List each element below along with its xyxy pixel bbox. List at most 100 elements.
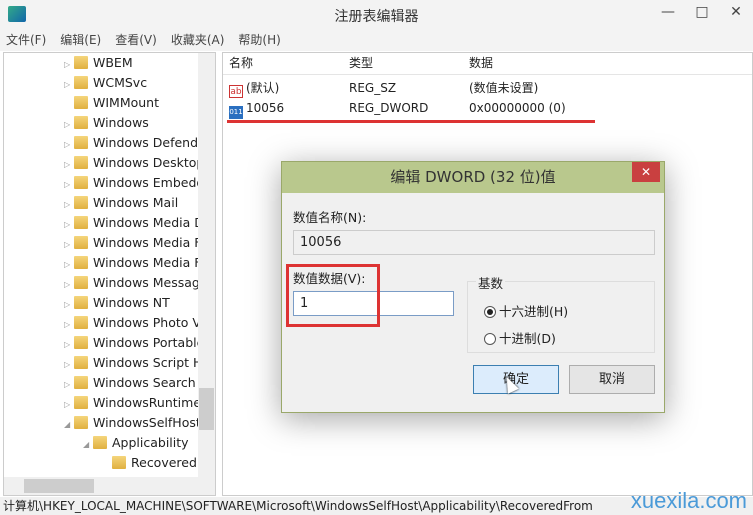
- tree-item[interactable]: ▷ Windows Search: [64, 373, 196, 393]
- tree-item[interactable]: ◢ Applicability: [83, 433, 189, 453]
- tree-item-label: WindowsRuntime: [93, 395, 202, 410]
- folder-icon: [74, 296, 88, 309]
- registry-tree: ▷ WBEM ▷ WCMSvc WIMMount ▷ Windows ▷ Windows Def…: [3, 52, 216, 496]
- close-button[interactable]: ✕: [719, 0, 753, 26]
- expand-icon[interactable]: ▷: [64, 255, 74, 275]
- expand-icon[interactable]: ▷: [64, 235, 74, 255]
- folder-icon: [74, 136, 88, 149]
- folder-icon: [74, 316, 88, 329]
- tree-item[interactable]: WIMMount: [64, 93, 159, 113]
- tree-item[interactable]: ▷ Windows Photo V: [64, 313, 201, 333]
- folder-icon: [74, 196, 88, 209]
- decimal-radio[interactable]: 十进制(D): [484, 328, 556, 347]
- expand-icon[interactable]: ▷: [64, 215, 74, 235]
- tree-horizontal-scrollbar[interactable]: [4, 477, 215, 495]
- scroll-thumb[interactable]: [199, 388, 214, 430]
- dialog-title: 编辑 DWORD (32 位)值: [282, 162, 664, 193]
- tree-item[interactable]: ▷ Windows Embedd: [64, 173, 204, 193]
- menu-edit[interactable]: 编辑(E): [60, 30, 101, 51]
- tree-item[interactable]: ▷ Windows: [64, 113, 149, 133]
- list-row[interactable]: ab (默认) REG_SZ (数值未设置): [223, 78, 752, 98]
- base-group: 基数 十六进制(H) 十进制(D): [467, 273, 655, 353]
- radio-icon[interactable]: [484, 333, 496, 345]
- folder-icon: [74, 396, 88, 409]
- tree-item[interactable]: ▷ Windows Media F: [64, 233, 201, 253]
- tree-item[interactable]: ▷ Windows Defende: [64, 133, 206, 153]
- tree-item[interactable]: ◢ WindowsSelfHost: [64, 413, 201, 433]
- value-name-field: 10056: [293, 230, 655, 255]
- menu-help[interactable]: 帮助(H): [238, 30, 280, 51]
- radio-selected-icon[interactable]: [484, 306, 496, 318]
- tree-item[interactable]: ▷ Windows Mail: [64, 193, 178, 213]
- expand-icon[interactable]: ▷: [64, 175, 74, 195]
- tree-item-label: WindowsSelfHost: [93, 415, 201, 430]
- expand-icon[interactable]: ▷: [64, 375, 74, 395]
- tree-item[interactable]: ▷ Windows Desktop: [64, 153, 204, 173]
- string-value-icon: ab: [229, 85, 243, 98]
- tree-item-label: Windows Defende: [93, 135, 206, 150]
- cancel-button[interactable]: 取消: [569, 365, 655, 394]
- column-type[interactable]: 类型: [349, 53, 373, 73]
- expand-icon[interactable]: ◢: [64, 415, 74, 435]
- expand-icon[interactable]: ▷: [64, 355, 74, 375]
- tree-item-label: Windows Mail: [93, 195, 179, 210]
- minimize-button[interactable]: —: [651, 0, 685, 26]
- folder-icon: [74, 416, 88, 429]
- expand-icon[interactable]: ▷: [64, 115, 74, 135]
- expand-icon[interactable]: ▷: [64, 155, 74, 175]
- value-data: (数值未设置): [469, 81, 539, 95]
- folder-icon: [112, 456, 126, 469]
- menu-favorites[interactable]: 收藏夹(A): [171, 30, 225, 51]
- tree-item-label: Windows Embedd: [93, 175, 205, 190]
- tree-item[interactable]: ▷ WCMSvc: [64, 73, 147, 93]
- tree-item[interactable]: ▷ WBEM: [64, 53, 133, 73]
- tree-item[interactable]: ▷ Windows Script H: [64, 353, 202, 373]
- expand-icon[interactable]: ▷: [64, 275, 74, 295]
- expand-icon[interactable]: ◢: [83, 435, 93, 455]
- expand-icon[interactable]: ▷: [64, 295, 74, 315]
- folder-icon: [74, 276, 88, 289]
- tree-vertical-scrollbar[interactable]: [198, 53, 215, 477]
- column-data[interactable]: 数据: [469, 53, 493, 73]
- tree-item-label: Windows Media D: [93, 215, 204, 230]
- folder-icon: [74, 216, 88, 229]
- tree-item-label: WBEM: [93, 55, 133, 70]
- hex-radio[interactable]: 十六进制(H): [484, 301, 568, 320]
- tree-item-label: Windows: [93, 115, 149, 130]
- tree-item[interactable]: ▷ Windows Media F: [64, 253, 201, 273]
- tree-item-label: Applicability: [112, 435, 189, 450]
- menu-bar: 文件(F) 编辑(E) 查看(V) 收藏夹(A) 帮助(H): [0, 30, 753, 51]
- expand-icon[interactable]: ▷: [64, 315, 74, 335]
- folder-icon: [74, 356, 88, 369]
- tree-item[interactable]: RecoveredI: [102, 453, 201, 473]
- value-type: REG_DWORD: [349, 101, 429, 115]
- tree-item[interactable]: ▷ Windows Media D: [64, 213, 204, 233]
- folder-icon: [93, 436, 107, 449]
- tree-item[interactable]: ▷ WindowsRuntime: [64, 393, 201, 413]
- folder-icon: [74, 156, 88, 169]
- scroll-thumb[interactable]: [24, 479, 94, 493]
- tree-item[interactable]: ▷ Windows Portable: [64, 333, 204, 353]
- expand-icon[interactable]: ▷: [64, 55, 74, 75]
- list-row[interactable]: 011 10056 REG_DWORD 0x00000000 (0): [223, 98, 752, 119]
- tree-item-label: Windows NT: [93, 295, 170, 310]
- tree-item-label: Windows Photo V: [93, 315, 201, 330]
- expand-icon[interactable]: ▷: [64, 75, 74, 95]
- tree-item-label: RecoveredI: [131, 455, 201, 470]
- menu-file[interactable]: 文件(F): [6, 30, 46, 51]
- expand-icon[interactable]: ▷: [64, 395, 74, 415]
- edit-dword-dialog: 编辑 DWORD (32 位)值 ✕ 数值名称(N): 10056 数值数据(V…: [281, 161, 665, 413]
- tree-item-label: Windows Portable: [93, 335, 205, 350]
- dialog-close-button[interactable]: ✕: [632, 162, 660, 182]
- tree-item-label: Windows Media F: [93, 235, 202, 250]
- menu-view[interactable]: 查看(V): [115, 30, 157, 51]
- expand-icon[interactable]: ▷: [64, 195, 74, 215]
- column-name[interactable]: 名称: [229, 53, 253, 73]
- value-type: REG_SZ: [349, 81, 397, 95]
- tree-item[interactable]: ▷ Windows Messag: [64, 273, 200, 293]
- maximize-button[interactable]: □: [685, 0, 719, 26]
- tree-item[interactable]: ▷ Windows NT: [64, 293, 170, 313]
- expand-icon[interactable]: ▷: [64, 135, 74, 155]
- tree-item-label: Windows Media F: [93, 255, 202, 270]
- expand-icon[interactable]: ▷: [64, 335, 74, 355]
